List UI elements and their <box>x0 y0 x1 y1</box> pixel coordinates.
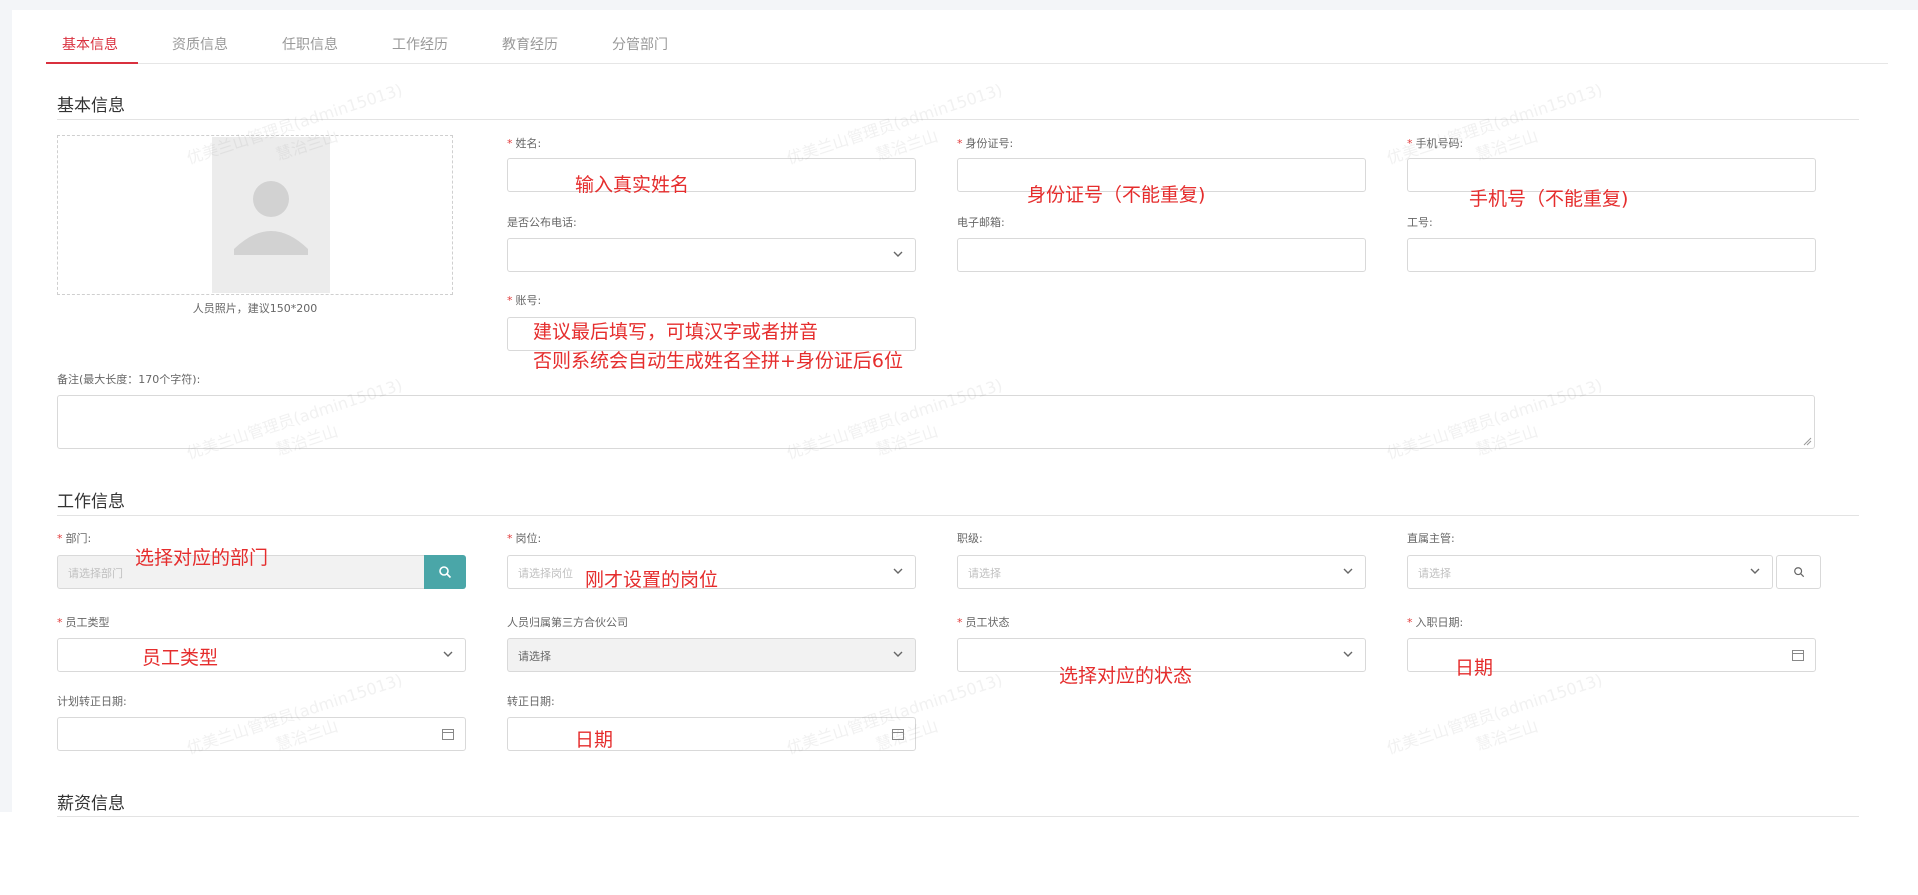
annotation-idcard: 身份证号（不能重复) <box>1027 184 1206 206</box>
annotation-regular-date: 日期 <box>575 729 614 751</box>
annotation-account-line1: 建议最后填写，可填汉字或者拼音 <box>533 321 819 343</box>
photo-caption: 人员照片，建议150*200 <box>192 302 318 315</box>
avatar-placeholder <box>212 137 330 293</box>
rank-select[interactable]: 请选择 <box>957 555 1366 589</box>
search-icon <box>1794 567 1805 578</box>
tab-managed-departments[interactable]: 分管部门 <box>612 34 668 64</box>
tab-qualification[interactable]: 资质信息 <box>172 34 228 64</box>
calendar-icon <box>442 729 454 740</box>
section-divider <box>57 515 1859 516</box>
tab-work-experience[interactable]: 工作经历 <box>392 34 448 64</box>
regular-date-label: 转正日期: <box>507 695 555 708</box>
emp-status-label: * 员工状态 <box>957 616 1010 629</box>
section-title-salary: 薪资信息 <box>57 794 125 814</box>
publish-phone-label: 是否公布电话: <box>507 216 577 229</box>
emp-type-label: * 员工类型 <box>57 616 110 629</box>
publish-phone-select[interactable] <box>507 238 916 272</box>
post-label: * 岗位: <box>507 532 542 545</box>
section-divider <box>57 816 1859 817</box>
chevron-down-icon <box>893 568 903 574</box>
partner-select[interactable]: 请选择 <box>507 638 916 672</box>
active-tab-indicator <box>46 62 138 64</box>
email-input[interactable] <box>957 238 1366 272</box>
resize-handle-icon[interactable] <box>1803 437 1812 446</box>
chevron-down-icon <box>1343 568 1353 574</box>
name-input[interactable] <box>507 158 916 192</box>
annotation-dept: 选择对应的部门 <box>135 547 269 569</box>
annotation-emp-status: 选择对应的状态 <box>1059 665 1193 687</box>
supervisor-select[interactable]: 请选择 <box>1407 555 1773 589</box>
section-title-basic: 基本信息 <box>57 96 125 116</box>
rank-placeholder: 请选择 <box>968 567 1001 580</box>
plan-regular-date-label: 计划转正日期: <box>57 695 127 708</box>
dept-placeholder: 请选择部门 <box>68 567 123 580</box>
emp-type-select[interactable] <box>57 638 466 672</box>
supervisor-placeholder: 请选择 <box>1418 567 1451 580</box>
regular-date-picker[interactable] <box>507 717 916 751</box>
idcard-label: * 身份证号: <box>957 137 1014 150</box>
phone-label: * 手机号码: <box>1407 137 1464 150</box>
rank-label: 职级: <box>957 532 983 545</box>
partner-value: 请选择 <box>518 650 551 663</box>
annotation-emp-type: 员工类型 <box>142 647 219 669</box>
top-band <box>0 0 1918 10</box>
section-divider <box>57 119 1859 120</box>
name-label: * 姓名: <box>507 137 542 150</box>
chevron-down-icon <box>1343 651 1353 657</box>
section-title-work: 工作信息 <box>57 492 125 512</box>
tab-bar: 基本信息 资质信息 任职信息 工作经历 教育经历 分管部门 <box>46 34 1888 64</box>
tab-appointment[interactable]: 任职信息 <box>282 34 338 64</box>
chevron-down-icon <box>443 651 453 657</box>
annotation-post: 刚才设置的岗位 <box>585 569 719 591</box>
job-no-input[interactable] <box>1407 238 1816 272</box>
supervisor-search-button[interactable] <box>1776 555 1821 589</box>
job-no-label: 工号: <box>1407 216 1433 229</box>
remark-label: 备注(最大长度：170个字符): <box>57 373 201 386</box>
chevron-down-icon <box>893 251 903 257</box>
chevron-down-icon <box>893 651 903 657</box>
left-band <box>0 0 12 812</box>
annotation-phone: 手机号（不能重复) <box>1469 188 1629 210</box>
entry-date-label: * 入职日期: <box>1407 616 1464 629</box>
plan-regular-date-picker[interactable] <box>57 717 466 751</box>
post-placeholder: 请选择岗位 <box>518 567 573 580</box>
remark-textarea[interactable] <box>57 395 1815 449</box>
annotation-name: 输入真实姓名 <box>575 174 690 196</box>
dept-search-button[interactable] <box>424 555 466 589</box>
search-icon <box>439 566 452 579</box>
tab-education[interactable]: 教育经历 <box>502 34 558 64</box>
annotation-entry-date: 日期 <box>1455 657 1494 679</box>
user-avatar-icon <box>234 181 308 255</box>
calendar-icon <box>892 729 904 740</box>
calendar-icon <box>1792 650 1804 661</box>
email-label: 电子邮箱: <box>957 216 1005 229</box>
chevron-down-icon <box>1750 568 1760 574</box>
dept-label: * 部门: <box>57 532 92 545</box>
partner-label: 人员归属第三方合伙公司 <box>507 616 628 629</box>
annotation-account-line2: 否则系统会自动生成姓名全拼+身份证后6位 <box>533 350 904 372</box>
tab-basic-info[interactable]: 基本信息 <box>62 34 118 64</box>
account-label: * 账号: <box>507 294 542 307</box>
supervisor-label: 直属主管: <box>1407 532 1455 545</box>
